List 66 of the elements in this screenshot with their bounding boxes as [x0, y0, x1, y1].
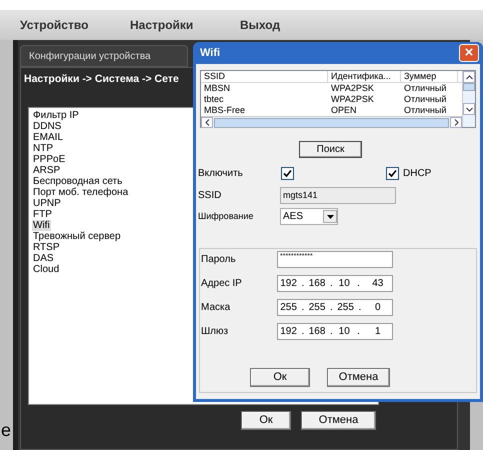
breadcrumb: Настройки -> Система -> Сете: [24, 72, 179, 87]
dialog-button[interactable]: Ок: [241, 410, 291, 430]
list-item[interactable]: UPNP: [32, 198, 62, 209]
list-item[interactable]: Порт моб. телефона: [32, 186, 130, 198]
close-button[interactable]: ×: [459, 44, 479, 62]
column-header[interactable]: SSID: [201, 71, 328, 82]
checkbox[interactable]: [281, 167, 294, 180]
list-item[interactable]: Wifi: [32, 220, 51, 231]
vertical-scrollbar[interactable]: [462, 71, 475, 127]
ip-address-field[interactable]: 192 . 168 . 10 . 1: [277, 323, 393, 340]
dropdown-caret-icon: [323, 210, 337, 223]
list-item[interactable]: PPPoE: [32, 154, 66, 165]
list-item[interactable]: DAS: [32, 252, 55, 264]
list-item[interactable]: Тревожный сервер: [32, 230, 122, 242]
column-header[interactable]: Идентифика...: [328, 71, 401, 82]
dhcp-label: DHCP: [403, 167, 432, 181]
dialog-title: Wifi: [200, 46, 220, 61]
window-tab[interactable]: Конфигурации устройства: [20, 45, 188, 67]
list-item[interactable]: Фильтр IP: [32, 110, 80, 121]
column-header[interactable]: Зуммер: [401, 71, 458, 82]
enable-label: Включить: [198, 167, 244, 181]
encryption-label: Шифрование: [198, 210, 254, 223]
list-item[interactable]: EMAIL: [32, 132, 64, 143]
scroll-down-icon[interactable]: [463, 103, 475, 115]
ip-address-field[interactable]: 192 . 168 . 10 . 43: [277, 275, 393, 292]
menu-item[interactable]: Устройство: [20, 16, 130, 34]
dialog-button[interactable]: Отмена: [301, 410, 376, 430]
checkmark-icon: [388, 169, 397, 178]
list-item[interactable]: Беспроводная сеть: [32, 176, 124, 187]
dialog-button[interactable]: Ок: [250, 368, 310, 387]
password-label: Пароль: [201, 253, 237, 267]
list-item[interactable]: FTP: [32, 208, 53, 220]
scroll-thumb[interactable]: [214, 118, 449, 128]
table-cell-text: Отличный: [403, 94, 448, 105]
table-cell-text: WPA2PSK: [330, 83, 375, 94]
ip-address-field[interactable]: 255 . 255 . 255 . 0: [277, 299, 393, 316]
list-item[interactable]: DDNS: [32, 120, 62, 132]
table-cell-text: MBSN: [203, 83, 232, 94]
encryption-dropdown[interactable]: AES: [280, 208, 338, 225]
ssid-field[interactable]: mgts141: [280, 187, 396, 204]
ip-label: Маска: [201, 301, 232, 315]
ip-label: Адрес IP: [201, 277, 243, 291]
table-cell-text: OPEN: [330, 105, 358, 116]
scroll-thumb[interactable]: [463, 83, 475, 91]
scroll-right-icon[interactable]: [450, 117, 462, 128]
search-button[interactable]: Поиск: [299, 141, 362, 158]
checkmark-icon: [283, 169, 292, 178]
scroll-up-icon[interactable]: [463, 71, 475, 83]
table-cell-text: Отличный: [403, 105, 448, 116]
checkbox[interactable]: [386, 167, 399, 180]
page-text-fragment: e: [1, 420, 12, 440]
scroll-left-icon[interactable]: [201, 117, 213, 128]
horizontal-scrollbar[interactable]: [201, 116, 462, 128]
list-item[interactable]: NTP: [32, 142, 54, 154]
table-cell-text: Отличный: [403, 83, 448, 94]
list-item[interactable]: RTSP: [32, 242, 60, 253]
table-cell-text: tbtec: [203, 94, 225, 105]
list-item[interactable]: ARSP: [32, 164, 62, 176]
table-cell-text: MBS-Free: [203, 105, 246, 116]
menu-item[interactable]: Выход: [240, 16, 350, 34]
dialog-button[interactable]: Отмена: [327, 368, 390, 387]
ip-label: Шлюз: [201, 325, 230, 339]
menu-item[interactable]: Настройки: [130, 16, 240, 34]
list-item[interactable]: Cloud: [32, 264, 60, 275]
ssid-label: SSID: [198, 189, 222, 203]
table-cell-text: WPA2PSK: [330, 94, 375, 105]
